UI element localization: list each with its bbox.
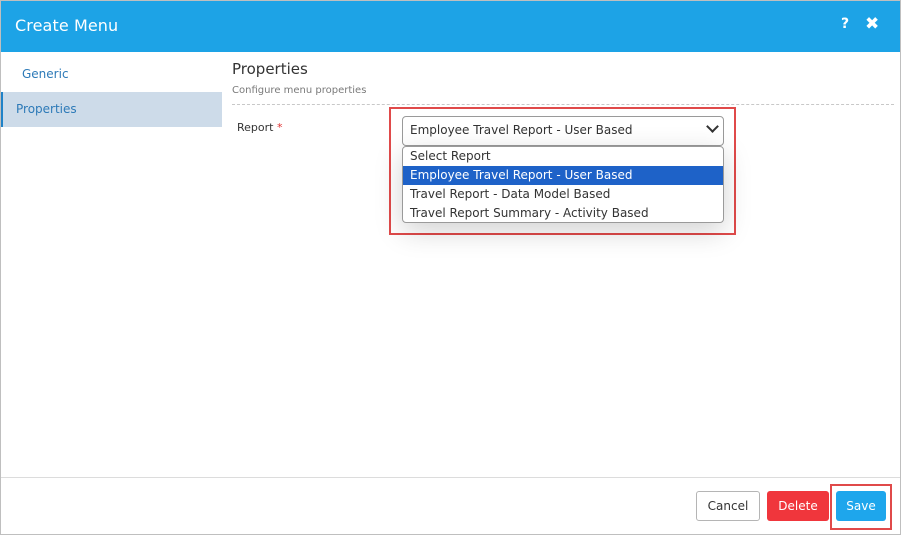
help-icon[interactable]: ? [841,16,849,32]
delete-button[interactable]: Delete [767,491,829,521]
section-subtitle: Configure menu properties [232,85,367,96]
option-label: Travel Report - Data Model Based [410,187,611,201]
option-label: Select Report [410,149,491,163]
option-label: Travel Report Summary - Activity Based [410,206,649,220]
footer-divider [1,477,900,478]
option-label: Employee Travel Report - User Based [410,168,633,182]
report-label: Report * [237,121,282,134]
sidebar-item-properties[interactable]: Properties [1,92,222,127]
dropdown-option-travel-report-summary[interactable]: Travel Report Summary - Activity Based [403,204,723,222]
dropdown-option-employee-travel-report[interactable]: Employee Travel Report - User Based [403,166,723,185]
report-select[interactable]: Employee Travel Report - User Based [402,116,724,146]
save-button[interactable]: Save [836,491,886,521]
close-icon[interactable]: ✖ [865,14,879,34]
dialog-title: Create Menu [15,16,119,35]
report-dropdown-list: Select Report Employee Travel Report - U… [402,146,724,223]
sidebar-item-label: Generic [22,67,69,81]
create-menu-dialog: Create Menu ? ✖ Generic Properties Prope… [0,0,901,535]
report-label-text: Report [237,121,274,134]
chevron-down-icon [706,120,719,133]
sidebar-item-label: Properties [16,102,77,116]
sidebar-item-generic[interactable]: Generic [1,57,222,92]
section-divider [232,104,894,105]
dialog-header: Create Menu ? ✖ [1,1,900,52]
dropdown-option-select-report[interactable]: Select Report [403,147,723,166]
report-select-value: Employee Travel Report - User Based [410,123,633,137]
cancel-button[interactable]: Cancel [696,491,760,521]
section-title: Properties [232,60,308,78]
required-marker: * [276,121,283,134]
dropdown-option-travel-report-data-model[interactable]: Travel Report - Data Model Based [403,185,723,204]
